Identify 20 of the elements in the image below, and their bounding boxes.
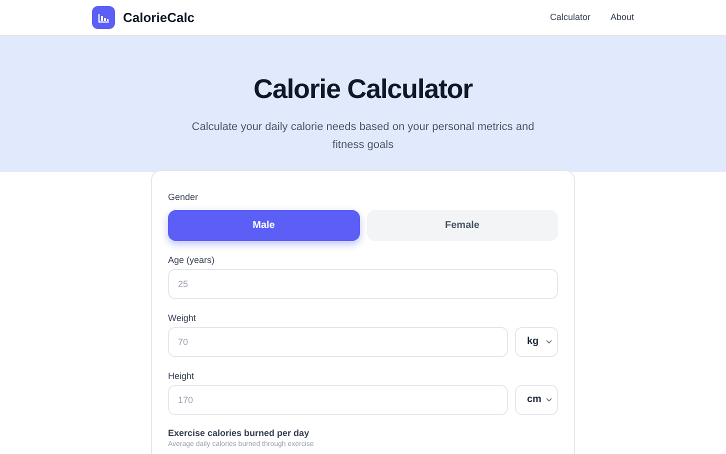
field-label: Height	[168, 370, 196, 382]
nav-link[interactable]: About	[610, 10, 634, 24]
gender-option[interactable]: Male	[168, 210, 360, 240]
unit-select[interactable]: cm	[515, 384, 558, 414]
brand-name[interactable]: CalorieCalc	[123, 8, 195, 28]
nav-link[interactable]: Calculator	[550, 10, 590, 24]
field-label: Weight	[168, 312, 197, 324]
input-field[interactable]: 25	[168, 268, 558, 298]
page-subtitle: Calculate your daily calorie needs based on your personal metrics and fitness goals	[190, 120, 536, 152]
field-label: Gender	[168, 191, 200, 204]
input-field[interactable]: 170	[168, 384, 508, 414]
unit-select[interactable]: kg	[515, 326, 558, 356]
page-title: Calorie Calculator	[254, 73, 472, 106]
input-field[interactable]: 70	[168, 326, 508, 356]
field-label: Age (years)	[168, 254, 216, 266]
logo-icon	[92, 6, 115, 29]
chevron-down-icon	[546, 398, 552, 402]
chevron-down-icon	[546, 340, 552, 344]
gender-option[interactable]: Female	[366, 210, 558, 240]
field-label: Exercise calories burned per day	[168, 426, 310, 438]
